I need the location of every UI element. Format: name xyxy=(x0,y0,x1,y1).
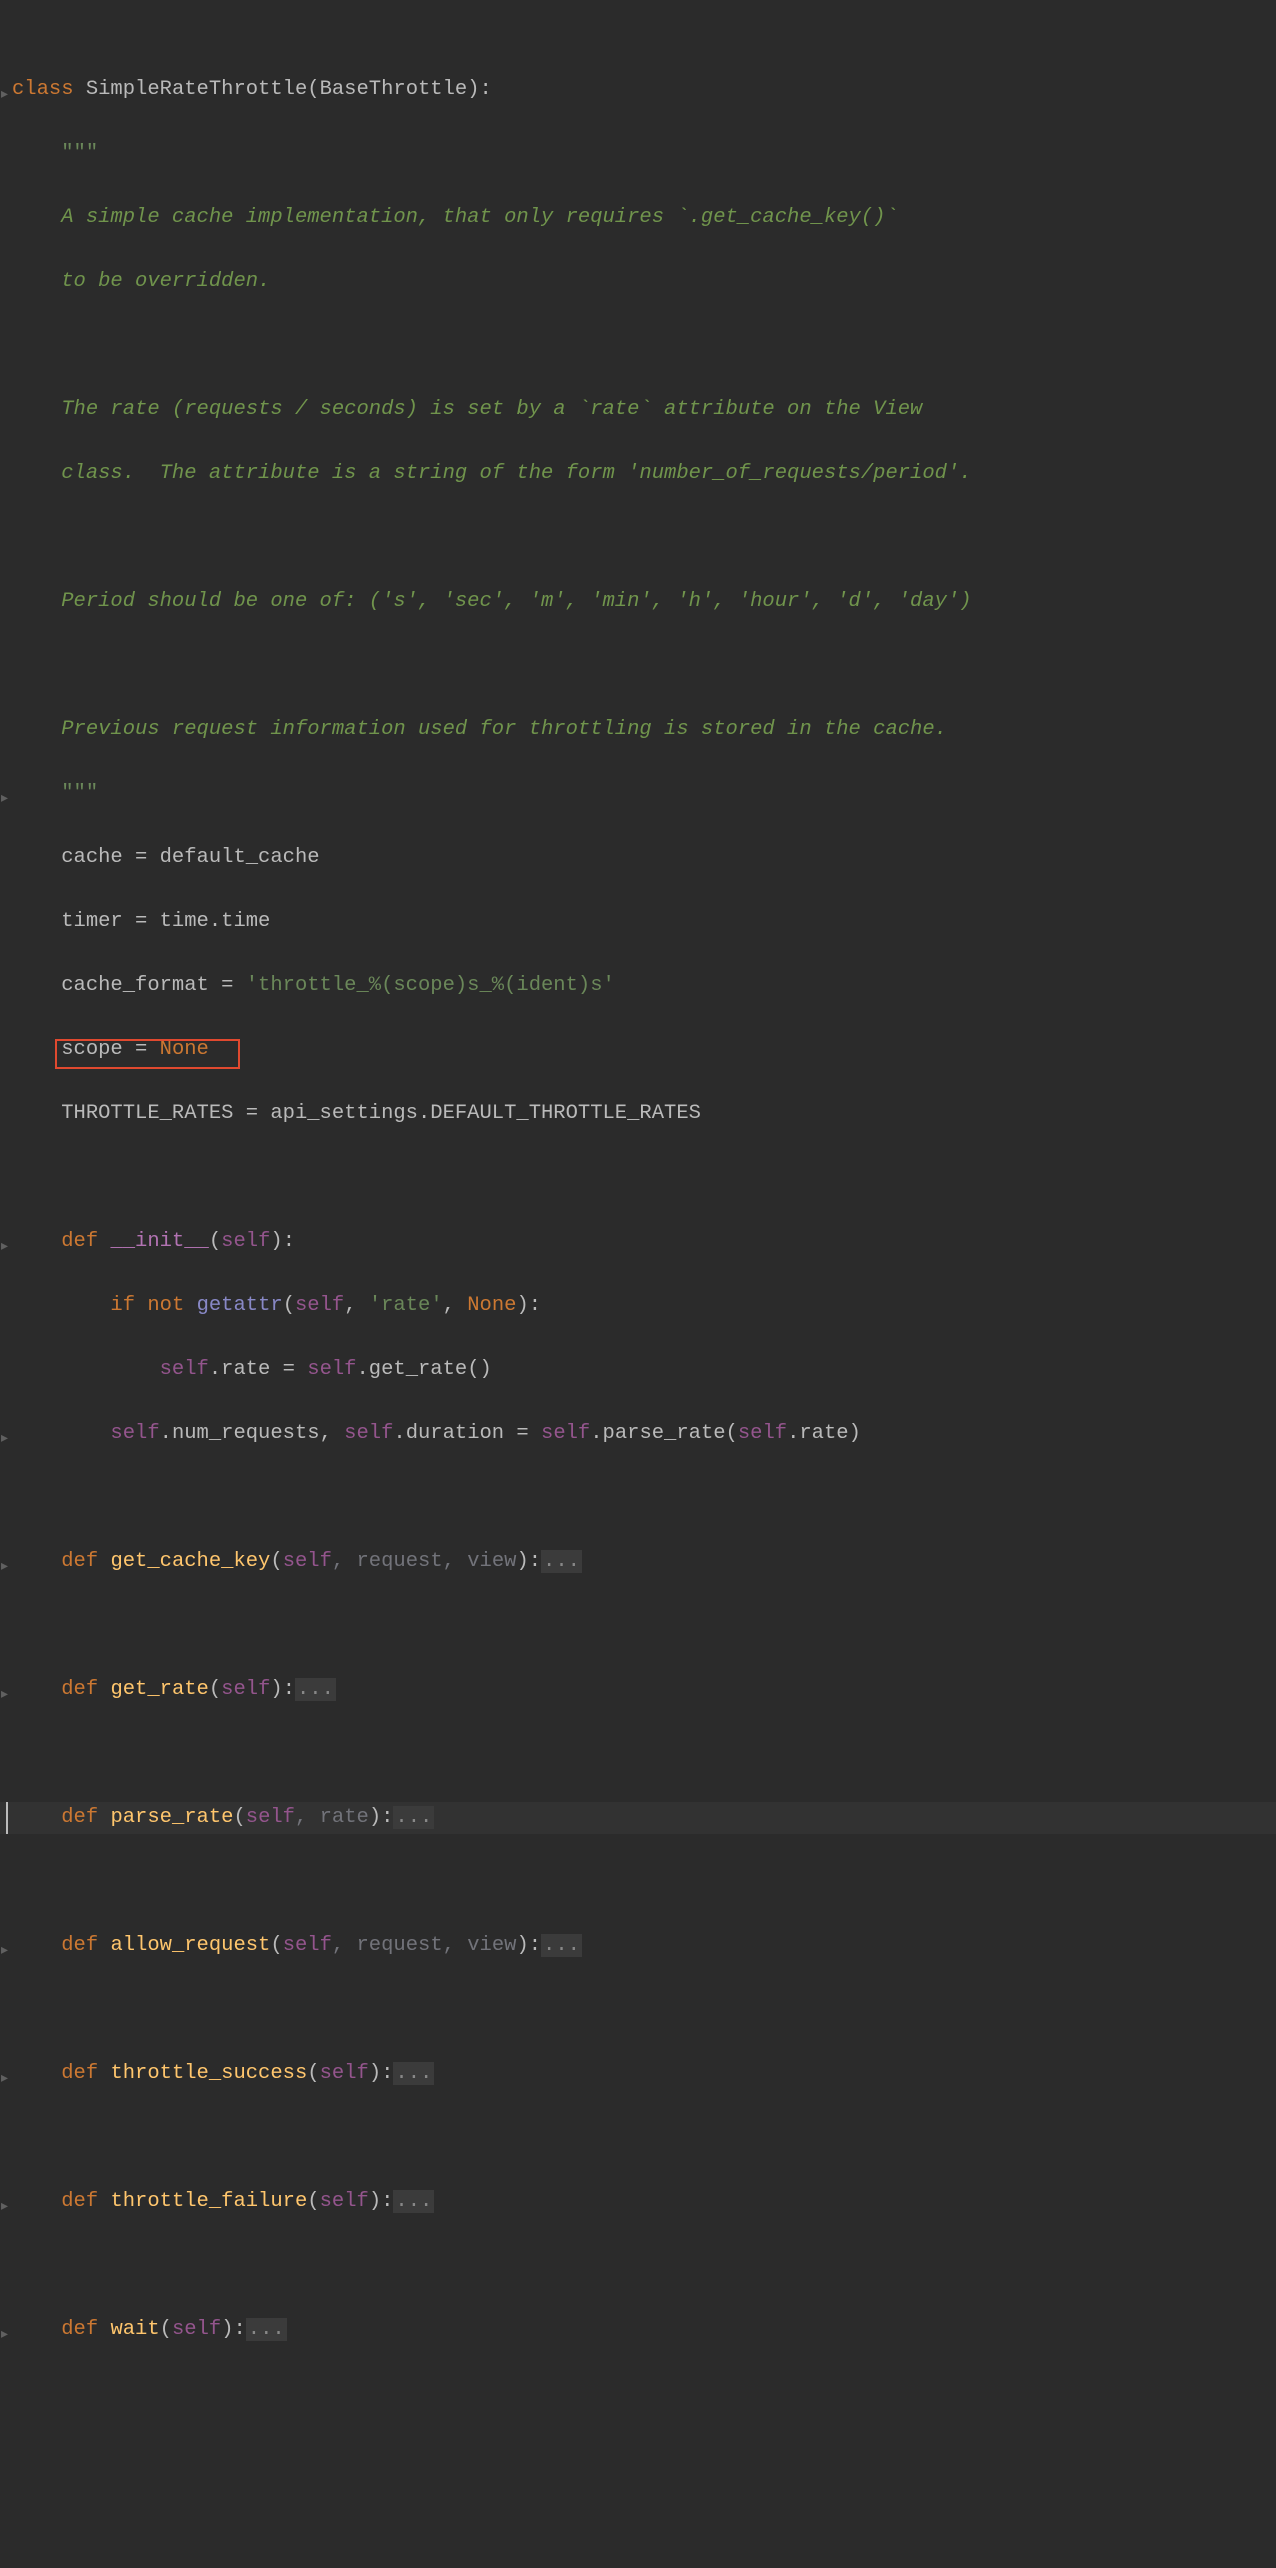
fold-marker-icon[interactable]: ▸ xyxy=(1,1679,8,1711)
keyword-not: not xyxy=(147,1294,184,1317)
function-name: allow_request xyxy=(110,1934,270,1957)
code-editor[interactable]: ▸class SimpleRateThrottle(BaseThrottle):… xyxy=(0,10,1276,2538)
fold-marker-icon[interactable]: ▸ xyxy=(1,2191,8,2223)
keyword-def: def xyxy=(61,1550,98,1573)
fold-marker-icon[interactable]: ▸ xyxy=(1,783,8,815)
keyword-if: if xyxy=(110,1294,135,1317)
assignment: THROTTLE_RATES = api_settings.DEFAULT_TH… xyxy=(61,1102,701,1125)
fold-marker-icon[interactable]: ▸ xyxy=(1,1551,8,1583)
assignment-lhs: cache_format = xyxy=(61,974,246,997)
code-line[interactable] xyxy=(0,1866,1276,1898)
code-fold-icon[interactable]: ... xyxy=(393,2062,434,2085)
code-line[interactable]: ▸ """ xyxy=(0,778,1276,810)
keyword-def: def xyxy=(61,1678,98,1701)
code-line[interactable]: """ xyxy=(0,138,1276,170)
code-line[interactable] xyxy=(0,330,1276,362)
code-line[interactable] xyxy=(0,2442,1276,2474)
code-line[interactable]: ▸ def throttle_failure(self):... xyxy=(0,2186,1276,2218)
code-line[interactable] xyxy=(0,650,1276,682)
code-line[interactable] xyxy=(0,2122,1276,2154)
params: , request, view xyxy=(332,1550,517,1573)
keyword-def: def xyxy=(61,1806,98,1829)
code-line[interactable] xyxy=(0,1994,1276,2026)
function-name: get_rate xyxy=(110,1678,208,1701)
string-literal: 'rate' xyxy=(369,1294,443,1317)
code-line[interactable] xyxy=(0,1482,1276,1514)
code-line[interactable]: ▸ def throttle_success(self):... xyxy=(0,2058,1276,2090)
fold-marker-icon[interactable]: ▸ xyxy=(1,2063,8,2095)
code-line[interactable]: if not getattr(self, 'rate', None): xyxy=(0,1290,1276,1322)
code-line[interactable]: class. The attribute is a string of the … xyxy=(0,458,1276,490)
code-fold-icon[interactable]: ... xyxy=(541,1550,582,1573)
base-class: BaseThrottle xyxy=(320,78,468,101)
class-name: SimpleRateThrottle xyxy=(86,78,307,101)
code-line[interactable] xyxy=(0,522,1276,554)
docstring-quote: """ xyxy=(61,142,98,165)
params: , rate xyxy=(295,1806,369,1829)
keyword-def: def xyxy=(61,2318,98,2341)
code-line[interactable]: self.rate = self.get_rate() xyxy=(0,1354,1276,1386)
code-line[interactable]: cache_format = 'throttle_%(scope)s_%(ide… xyxy=(0,970,1276,1002)
assignment: timer = time.time xyxy=(61,910,270,933)
code-line[interactable]: ▸ def get_rate(self):... xyxy=(0,1674,1276,1706)
docstring: Period should be one of: ('s', 'sec', 'm… xyxy=(61,590,971,613)
code-line[interactable]: ▸ def get_cache_key(self, request, view)… xyxy=(0,1546,1276,1578)
function-name: parse_rate xyxy=(110,1806,233,1829)
code-fold-icon[interactable]: ... xyxy=(541,1934,582,1957)
function-name: wait xyxy=(110,2318,159,2341)
code-line-current[interactable]: def parse_rate(self, rate):... xyxy=(0,1802,1276,1834)
code-line[interactable] xyxy=(0,1162,1276,1194)
assignment: cache = default_cache xyxy=(61,846,319,869)
docstring: class. The attribute is a string of the … xyxy=(61,462,971,485)
code-line[interactable]: ▸ def wait(self):... xyxy=(0,2314,1276,2346)
code-line[interactable]: Period should be one of: ('s', 'sec', 'm… xyxy=(0,586,1276,618)
keyword-def: def xyxy=(61,1230,98,1253)
keyword-class: class xyxy=(12,78,74,101)
docstring-quote: """ xyxy=(61,782,98,805)
string-literal: 'throttle_%(scope)s_%(ident)s' xyxy=(246,974,615,997)
none-literal: None xyxy=(467,1294,516,1317)
code-fold-icon[interactable]: ... xyxy=(295,1678,336,1701)
code-line[interactable]: ▸ self.num_requests, self.duration = sel… xyxy=(0,1418,1276,1450)
code-line[interactable]: ▸ def __init__(self): xyxy=(0,1226,1276,1258)
function-name: throttle_success xyxy=(110,2062,307,2085)
fold-marker-icon[interactable]: ▸ xyxy=(1,1231,8,1263)
keyword-def: def xyxy=(61,1934,98,1957)
code-line[interactable]: A simple cache implementation, that only… xyxy=(0,202,1276,234)
code-line[interactable]: ▸class SimpleRateThrottle(BaseThrottle): xyxy=(0,74,1276,106)
code-line[interactable]: to be overridden. xyxy=(0,266,1276,298)
code-fold-icon[interactable]: ... xyxy=(246,2318,287,2341)
assignment-lhs: scope = xyxy=(61,1038,159,1061)
function-name: throttle_failure xyxy=(110,2190,307,2213)
fold-marker-icon[interactable]: ▸ xyxy=(1,79,8,111)
docstring: A simple cache implementation, that only… xyxy=(61,206,898,229)
code-fold-icon[interactable]: ... xyxy=(393,1806,434,1829)
code-line[interactable]: timer = time.time xyxy=(0,906,1276,938)
self-param: self xyxy=(221,1230,270,1253)
code-line[interactable] xyxy=(0,1738,1276,1770)
code-line[interactable]: cache = default_cache xyxy=(0,842,1276,874)
docstring: The rate (requests / seconds) is set by … xyxy=(61,398,922,421)
fold-marker-icon[interactable]: ▸ xyxy=(1,2319,8,2351)
function-name: get_cache_key xyxy=(110,1550,270,1573)
params: , request, view xyxy=(332,1934,517,1957)
code-line[interactable] xyxy=(0,1610,1276,1642)
keyword-def: def xyxy=(61,2190,98,2213)
code-line[interactable]: ▸ def allow_request(self, request, view)… xyxy=(0,1930,1276,1962)
code-line-highlighted[interactable]: scope = None xyxy=(0,1034,1276,1066)
code-line[interactable]: Previous request information used for th… xyxy=(0,714,1276,746)
dunder-method: __init__ xyxy=(110,1230,208,1253)
builtin-getattr: getattr xyxy=(197,1294,283,1317)
code-line[interactable] xyxy=(0,2250,1276,2282)
code-line[interactable] xyxy=(0,2378,1276,2410)
fold-marker-icon[interactable]: ▸ xyxy=(1,1935,8,1967)
code-line[interactable]: The rate (requests / seconds) is set by … xyxy=(0,394,1276,426)
docstring: to be overridden. xyxy=(61,270,270,293)
docstring: Previous request information used for th… xyxy=(61,718,947,741)
code-fold-icon[interactable]: ... xyxy=(393,2190,434,2213)
none-literal: None xyxy=(160,1038,209,1061)
fold-marker-icon[interactable]: ▸ xyxy=(1,1423,8,1455)
code-line[interactable]: THROTTLE_RATES = api_settings.DEFAULT_TH… xyxy=(0,1098,1276,1130)
keyword-def: def xyxy=(61,2062,98,2085)
